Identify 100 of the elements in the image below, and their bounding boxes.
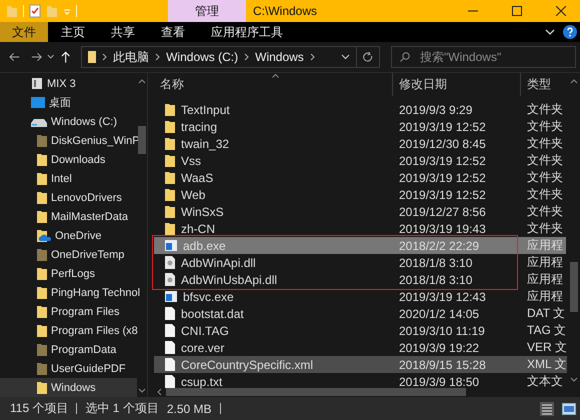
file-row[interactable]: Web 2019/3/19 12:52 文件夹 — [154, 186, 567, 203]
sidebar-item[interactable]: OneDrive — [0, 226, 137, 245]
file-row[interactable]: TextInput 2019/9/3 9:29 文件夹 — [154, 101, 567, 118]
sidebar-item[interactable]: DiskGenius_WinP — [0, 131, 137, 150]
file-row[interactable]: bootstat.dat 2020/1/2 14:05 DAT 文 — [154, 305, 567, 322]
modified-date: 2018/1/8 3:10 — [398, 256, 474, 270]
sidebar-item[interactable]: LenovoDrivers — [0, 188, 137, 207]
sidebar-item[interactable]: Program Files (x8 — [0, 321, 137, 340]
checklist-icon[interactable] — [29, 4, 41, 18]
chevron-down-icon[interactable] — [341, 54, 350, 60]
sidebar-item[interactable]: MIX 3 — [0, 74, 137, 93]
file-row[interactable]: AdbWinApi.dll 2018/1/8 3:10 应用程 — [154, 254, 566, 271]
sidebar-item[interactable]: ProgramData — [0, 340, 137, 359]
selection-count: 选中 1 个项目 — [85, 400, 159, 417]
file-row[interactable]: core.ver 2019/3/9 19:22 VER 文 — [154, 339, 567, 356]
folder-icon — [37, 153, 47, 166]
help-icon[interactable] — [563, 25, 577, 39]
scrollbar-thumb[interactable] — [570, 262, 578, 312]
scroll-left-icon[interactable] — [157, 388, 162, 396]
file-type: VER 文 — [526, 339, 567, 356]
scroll-down-icon[interactable] — [570, 377, 578, 382]
ribbon-tab[interactable]: 共享 — [98, 22, 148, 42]
file-row[interactable]: Vss 2019/3/19 12:52 文件夹 — [154, 152, 567, 169]
folder-icon — [165, 205, 175, 218]
sidebar-item[interactable]: Downloads — [0, 150, 137, 169]
forward-arrow-icon[interactable] — [31, 52, 42, 62]
maximize-icon[interactable] — [512, 6, 522, 16]
file-type: 文件夹 — [526, 101, 563, 118]
application-icon — [165, 240, 177, 251]
back-arrow-icon[interactable] — [9, 52, 20, 62]
file-row[interactable]: zh-CN 2019/3/19 19:43 文件夹 — [154, 220, 567, 237]
file-row[interactable]: bfsvc.exe 2019/3/19 12:43 应用程 — [154, 288, 567, 305]
large-icons-view-icon[interactable] — [562, 402, 576, 414]
modified-date: 2019/3/19 12:52 — [398, 120, 487, 134]
sidebar-item[interactable]: MailMasterData — [0, 207, 137, 226]
chevron-right-icon — [244, 53, 250, 61]
sidebar-item[interactable]: PerfLogs — [0, 264, 137, 283]
file-row[interactable]: WinSxS 2019/12/27 8:56 文件夹 — [154, 203, 567, 220]
file-name: Vss — [181, 154, 202, 168]
file-name: adb.exe — [183, 238, 226, 252]
context-tab[interactable]: 管理 — [168, 0, 246, 22]
file-row[interactable]: CNI.TAG 2019/3/10 11:19 TAG 文 — [154, 322, 567, 339]
file-type: 文件夹 — [526, 186, 563, 203]
file-name: zh-CN — [181, 222, 216, 236]
ribbon-tab[interactable]: 应用程序工具 — [198, 22, 296, 42]
scrollbar-thumb[interactable] — [166, 388, 466, 396]
folder-icon — [165, 154, 175, 167]
close-icon[interactable] — [556, 6, 566, 16]
scroll-down-icon[interactable] — [138, 388, 146, 393]
chevron-down-icon[interactable] — [545, 28, 555, 36]
scroll-up-icon[interactable] — [138, 79, 146, 84]
sidebar-item[interactable]: 桌面 — [0, 93, 137, 112]
file-row[interactable]: tracing 2019/3/19 12:52 文件夹 — [154, 118, 567, 135]
file-name: TextInput — [181, 102, 230, 116]
file-name: tracing — [181, 120, 218, 134]
selection-size: 2.50 MB — [166, 402, 212, 416]
file-icon — [165, 358, 175, 371]
sidebar-item[interactable]: OneDriveTemp — [0, 245, 137, 264]
file-row[interactable]: CoreCountrySpecific.xml 2018/9/15 15:28 XML 文 — [154, 356, 567, 373]
computer-icon — [31, 77, 43, 90]
modified-date: 2018/2/2 22:29 — [398, 238, 480, 252]
sidebar-item[interactable]: PingHang Technol — [0, 283, 137, 302]
ribbon-tab[interactable]: 查看 — [148, 22, 198, 42]
modified-date: 2019/9/3 9:29 — [398, 102, 474, 116]
modified-date: 2019/12/30 8:45 — [398, 136, 487, 150]
details-view-icon[interactable] — [540, 402, 554, 416]
breadcrumb[interactable]: Windows (C:) — [166, 50, 238, 64]
scrollbar-thumb[interactable] — [138, 126, 146, 154]
sidebar-item[interactable]: Windows — [0, 378, 137, 397]
sidebar-item[interactable]: UserGuidePDF — [0, 359, 137, 378]
column-header[interactable]: 名称 — [154, 73, 393, 96]
folder-icon — [165, 188, 175, 201]
chevron-down-icon[interactable] — [47, 54, 55, 60]
ribbon-tab[interactable]: 文件 — [0, 22, 48, 42]
ribbon-tab[interactable]: 主页 — [48, 22, 98, 42]
column-header[interactable]: 修改日期 — [393, 73, 521, 96]
search-field[interactable]: 搜索"Windows" — [391, 46, 576, 68]
breadcrumb[interactable]: Windows — [255, 50, 304, 64]
application-icon — [165, 291, 177, 302]
refresh-icon[interactable] — [363, 52, 373, 62]
up-arrow-icon[interactable] — [60, 51, 70, 63]
file-row[interactable]: AdbWinUsbApi.dll 2018/1/8 3:10 应用程 — [154, 271, 566, 288]
sidebar-item[interactable]: Windows (C:) — [0, 112, 137, 131]
column-header[interactable]: 类型 — [521, 73, 567, 96]
breadcrumb[interactable]: 此电脑 — [113, 48, 150, 66]
file-name: Web — [181, 188, 206, 202]
file-row[interactable]: twain_32 2019/12/30 8:45 文件夹 — [154, 135, 567, 152]
modified-date: 2019/3/10 11:19 — [398, 324, 486, 338]
cloud-folder-icon — [37, 229, 51, 242]
folder-icon — [37, 381, 47, 394]
scroll-up-icon[interactable] — [570, 79, 578, 84]
file-type: TAG 文 — [526, 322, 566, 339]
gear-file-icon — [165, 256, 175, 269]
file-row[interactable]: csup.txt 2019/3/9 18:50 文本文 — [154, 373, 567, 390]
modified-date: 2019/3/19 19:43 — [398, 222, 487, 236]
sidebar-item[interactable]: Intel — [0, 169, 137, 188]
address-bar[interactable]: 此电脑 Windows (C:) Windows — [81, 46, 380, 68]
sidebar-item[interactable]: Program Files — [0, 302, 137, 321]
file-type: DAT 文 — [526, 305, 566, 322]
file-row[interactable]: WaaS 2019/3/19 12:52 文件夹 — [154, 169, 567, 186]
